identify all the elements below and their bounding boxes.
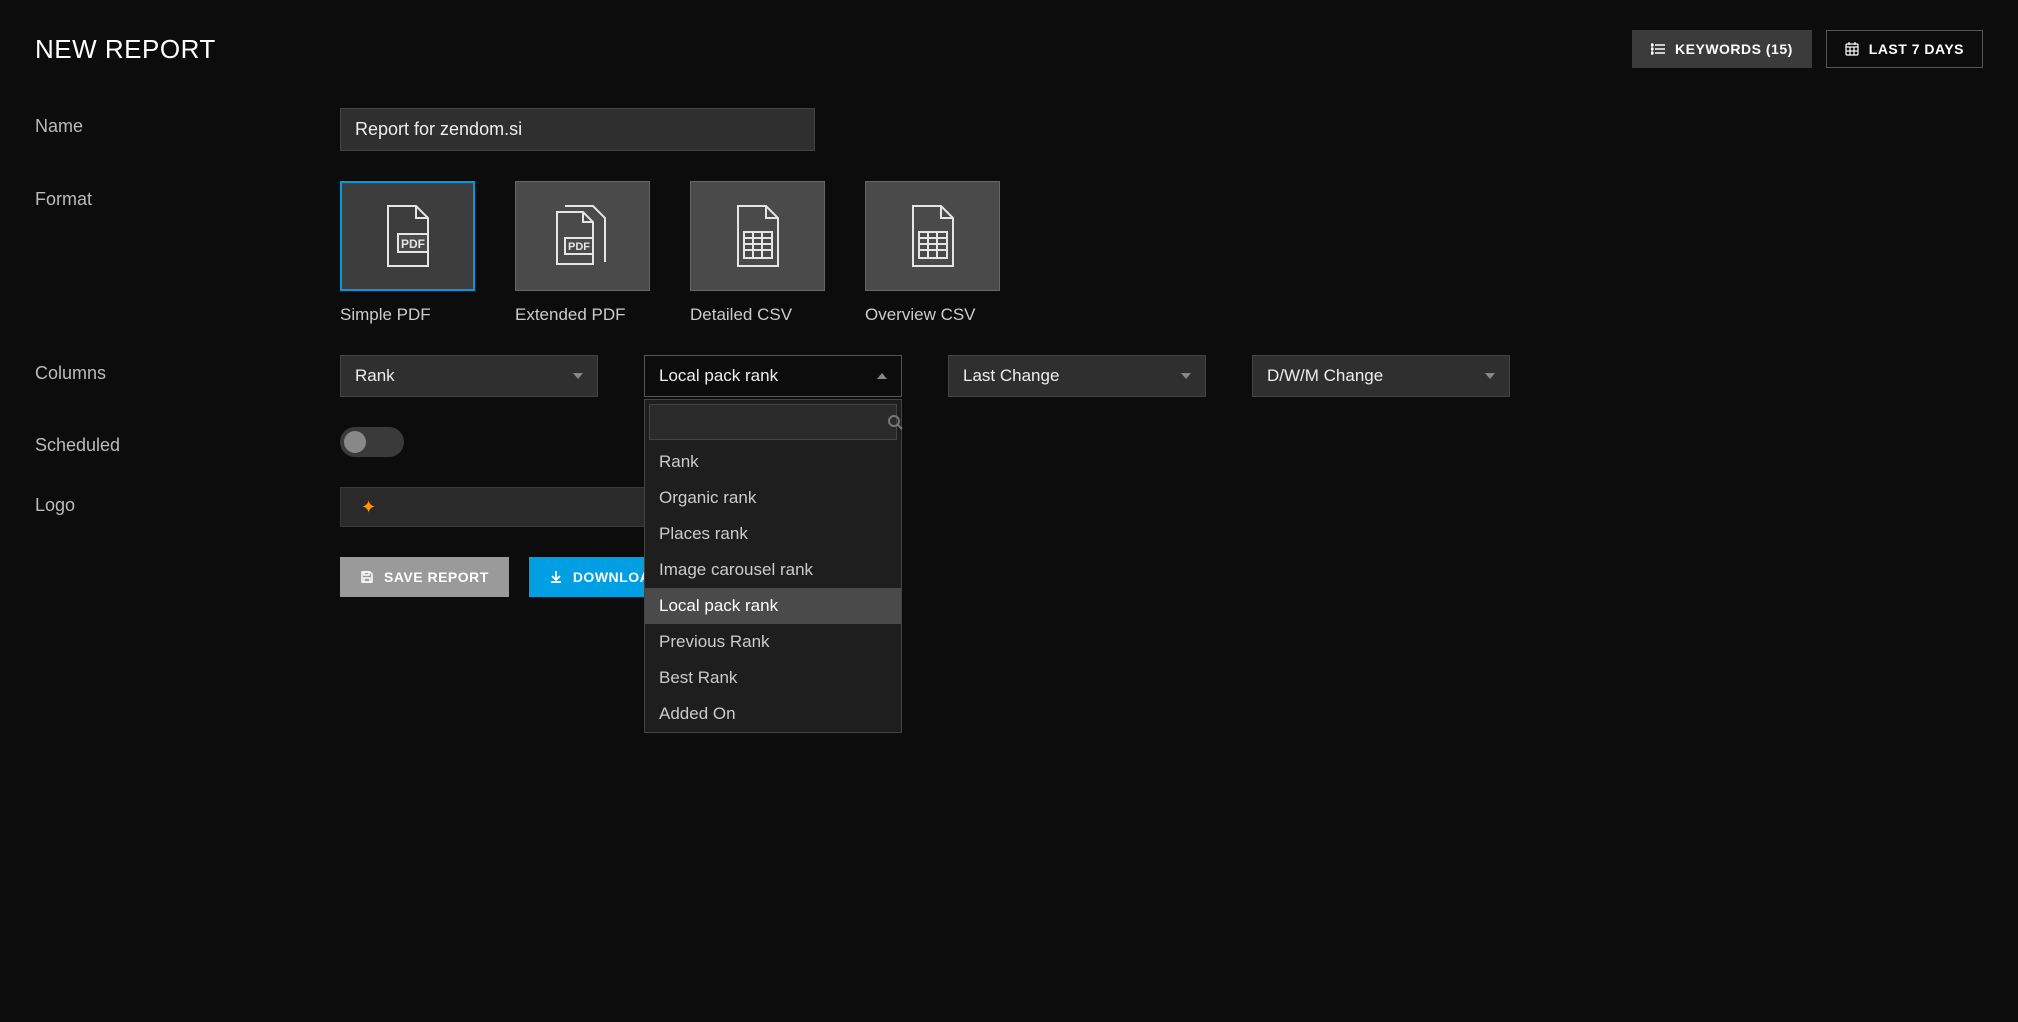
format-option-extended-pdf[interactable]: PDF Extended PDF: [515, 181, 650, 325]
columns-field-label: Columns: [35, 355, 340, 384]
svg-text:PDF: PDF: [401, 237, 425, 251]
calendar-icon: [1845, 42, 1859, 56]
column-select-3[interactable]: Last Change: [948, 355, 1206, 397]
save-icon: [360, 570, 374, 584]
dropdown-option[interactable]: Organic rank: [645, 480, 901, 516]
scheduled-toggle[interactable]: [340, 427, 404, 457]
download-icon: [549, 570, 563, 584]
dropdown-option[interactable]: Image carousel rank: [645, 552, 901, 588]
format-option-overview-csv[interactable]: Overview CSV: [865, 181, 1000, 325]
select-value: Last Change: [963, 366, 1059, 386]
format-label: Simple PDF: [340, 305, 431, 325]
dropdown-option[interactable]: Best Rank: [645, 660, 901, 696]
column-select-1[interactable]: Rank: [340, 355, 598, 397]
chevron-down-icon: [1181, 373, 1191, 379]
select-value: Rank: [355, 366, 395, 386]
format-label: Detailed CSV: [690, 305, 792, 325]
format-label: Overview CSV: [865, 305, 976, 325]
pdf-icon: PDF: [382, 204, 434, 268]
format-label: Extended PDF: [515, 305, 626, 325]
bolt-icon: ✦: [361, 497, 376, 518]
keywords-label: KEYWORDS (15): [1675, 41, 1793, 57]
page-title: NEW REPORT: [35, 34, 216, 65]
dropdown-option[interactable]: Places rank: [645, 516, 901, 552]
save-report-button[interactable]: SAVE REPORT: [340, 557, 509, 597]
dropdown-option[interactable]: Previous Rank: [645, 624, 901, 660]
keywords-button[interactable]: KEYWORDS (15): [1632, 30, 1812, 68]
pdf-multi-icon: PDF: [553, 204, 613, 268]
scheduled-field-label: Scheduled: [35, 427, 340, 456]
format-field-label: Format: [35, 181, 340, 210]
dropdown-search-input[interactable]: [650, 405, 877, 439]
column-select-4[interactable]: D/W/M Change: [1252, 355, 1510, 397]
column-dropdown: RankOrganic rankPlaces rankImage carouse…: [644, 399, 902, 733]
spreadsheet-icon: [732, 204, 784, 268]
format-option-detailed-csv[interactable]: Detailed CSV: [690, 181, 825, 325]
logo-field-label: Logo: [35, 487, 340, 516]
name-input[interactable]: [340, 108, 815, 151]
dropdown-option[interactable]: Rank: [645, 444, 901, 480]
column-select-2[interactable]: Local pack rank: [644, 355, 902, 397]
chevron-up-icon: [877, 373, 887, 379]
format-option-simple-pdf[interactable]: PDF Simple PDF: [340, 181, 475, 325]
save-label: SAVE REPORT: [384, 569, 489, 585]
chevron-down-icon: [573, 373, 583, 379]
list-icon: [1651, 42, 1665, 56]
daterange-button[interactable]: LAST 7 DAYS: [1826, 30, 1983, 68]
name-field-label: Name: [35, 108, 340, 137]
search-icon: [877, 414, 913, 430]
dropdown-option[interactable]: Local pack rank: [645, 588, 901, 624]
daterange-label: LAST 7 DAYS: [1869, 41, 1964, 57]
toggle-knob: [344, 431, 366, 453]
spreadsheet-icon: [907, 204, 959, 268]
select-value: D/W/M Change: [1267, 366, 1383, 386]
chevron-down-icon: [1485, 373, 1495, 379]
svg-text:PDF: PDF: [568, 241, 590, 253]
dropdown-option[interactable]: Added On: [645, 696, 901, 732]
select-value: Local pack rank: [659, 366, 778, 386]
